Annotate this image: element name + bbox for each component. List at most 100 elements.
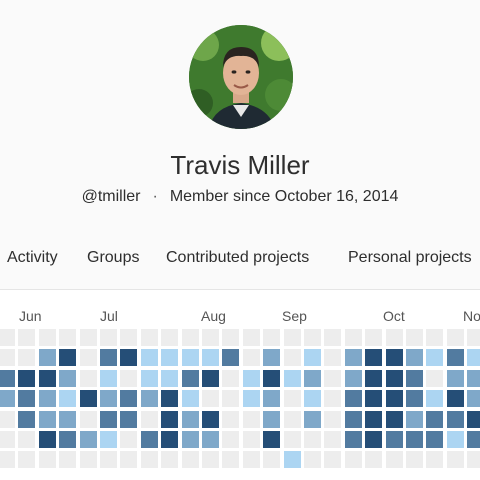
contribution-cell[interactable]	[18, 369, 36, 387]
contribution-cell[interactable]	[120, 451, 138, 469]
contribution-cell[interactable]	[140, 390, 158, 408]
contribution-cell[interactable]	[79, 329, 97, 346]
avatar[interactable]	[189, 25, 293, 129]
contribution-cell[interactable]	[100, 390, 117, 408]
contribution-cell[interactable]	[263, 410, 281, 428]
contribution-cell[interactable]	[385, 410, 403, 428]
contribution-cell[interactable]	[385, 349, 403, 367]
contribution-cell[interactable]	[242, 451, 260, 469]
contribution-cell[interactable]	[324, 349, 342, 367]
contribution-cell[interactable]	[202, 451, 219, 469]
contribution-cell[interactable]	[304, 431, 321, 448]
contribution-cell[interactable]	[222, 349, 240, 367]
contribution-cell[interactable]	[426, 329, 444, 346]
contribution-cell[interactable]	[242, 390, 260, 408]
contribution-cell[interactable]	[161, 329, 179, 346]
contribution-cell[interactable]	[263, 349, 281, 367]
contribution-cell[interactable]	[467, 329, 480, 346]
contribution-cell[interactable]	[120, 390, 138, 408]
contribution-cell[interactable]	[181, 451, 199, 469]
contribution-cell[interactable]	[161, 390, 179, 408]
contribution-cell[interactable]	[222, 329, 240, 346]
contribution-cell[interactable]	[202, 329, 219, 346]
contribution-cell[interactable]	[79, 431, 97, 448]
contribution-cell[interactable]	[365, 431, 383, 448]
contribution-cell[interactable]	[426, 431, 444, 448]
contribution-cell[interactable]	[38, 410, 56, 428]
contribution-cell[interactable]	[100, 349, 117, 367]
contribution-cell[interactable]	[100, 431, 117, 448]
contribution-cell[interactable]	[161, 369, 179, 387]
contribution-cell[interactable]	[79, 410, 97, 428]
contribution-cell[interactable]	[365, 329, 383, 346]
contribution-cell[interactable]	[304, 390, 321, 408]
contribution-cell[interactable]	[283, 451, 301, 469]
contribution-cell[interactable]	[263, 369, 281, 387]
contribution-cell[interactable]	[222, 369, 240, 387]
contribution-cell[interactable]	[222, 410, 240, 428]
contribution-cell[interactable]	[283, 369, 301, 387]
contribution-cell[interactable]	[161, 349, 179, 367]
contribution-cell[interactable]	[365, 390, 383, 408]
contribution-cell[interactable]	[18, 390, 36, 408]
contribution-cell[interactable]	[242, 369, 260, 387]
contribution-cell[interactable]	[324, 431, 342, 448]
contribution-cell[interactable]	[406, 329, 423, 346]
contribution-cell[interactable]	[446, 431, 464, 448]
contribution-cell[interactable]	[59, 349, 77, 367]
contribution-cell[interactable]	[406, 349, 423, 367]
tab-contributed-projects[interactable]: Contributed projects	[166, 248, 309, 268]
contribution-cell[interactable]	[283, 329, 301, 346]
contribution-cell[interactable]	[140, 349, 158, 367]
contribution-cell[interactable]	[0, 329, 15, 346]
contribution-cell[interactable]	[18, 451, 36, 469]
contribution-cell[interactable]	[406, 410, 423, 428]
contribution-cell[interactable]	[140, 410, 158, 428]
contribution-cell[interactable]	[467, 349, 480, 367]
contribution-cell[interactable]	[161, 451, 179, 469]
contribution-cell[interactable]	[38, 369, 56, 387]
contribution-cell[interactable]	[304, 451, 321, 469]
contribution-cell[interactable]	[426, 349, 444, 367]
contribution-cell[interactable]	[120, 349, 138, 367]
contribution-cell[interactable]	[100, 410, 117, 428]
contribution-cell[interactable]	[38, 390, 56, 408]
contribution-cell[interactable]	[100, 329, 117, 346]
contribution-cell[interactable]	[344, 329, 362, 346]
contribution-cell[interactable]	[385, 329, 403, 346]
contribution-cell[interactable]	[79, 451, 97, 469]
contribution-cell[interactable]	[324, 410, 342, 428]
contribution-cell[interactable]	[304, 369, 321, 387]
contribution-cell[interactable]	[222, 451, 240, 469]
contribution-cell[interactable]	[385, 451, 403, 469]
contribution-cell[interactable]	[202, 410, 219, 428]
contribution-cell[interactable]	[385, 369, 403, 387]
contribution-cell[interactable]	[324, 390, 342, 408]
contribution-cell[interactable]	[385, 390, 403, 408]
contribution-cell[interactable]	[344, 431, 362, 448]
contribution-cell[interactable]	[467, 369, 480, 387]
contribution-cell[interactable]	[181, 431, 199, 448]
contribution-cell[interactable]	[181, 349, 199, 367]
contribution-cell[interactable]	[365, 410, 383, 428]
contribution-cell[interactable]	[181, 390, 199, 408]
contribution-cell[interactable]	[406, 390, 423, 408]
contribution-cell[interactable]	[283, 431, 301, 448]
contribution-cell[interactable]	[344, 410, 362, 428]
contribution-cell[interactable]	[365, 451, 383, 469]
contribution-cell[interactable]	[467, 431, 480, 448]
contribution-cell[interactable]	[202, 369, 219, 387]
contribution-cell[interactable]	[222, 390, 240, 408]
contribution-cell[interactable]	[446, 349, 464, 367]
contribution-cell[interactable]	[38, 349, 56, 367]
contribution-cell[interactable]	[140, 451, 158, 469]
contribution-cell[interactable]	[161, 431, 179, 448]
contribution-cell[interactable]	[79, 390, 97, 408]
contribution-cell[interactable]	[120, 431, 138, 448]
contribution-cell[interactable]	[222, 431, 240, 448]
contribution-cell[interactable]	[446, 410, 464, 428]
contribution-cell[interactable]	[0, 451, 15, 469]
contribution-cell[interactable]	[202, 390, 219, 408]
contribution-cell[interactable]	[324, 329, 342, 346]
contribution-cell[interactable]	[202, 431, 219, 448]
